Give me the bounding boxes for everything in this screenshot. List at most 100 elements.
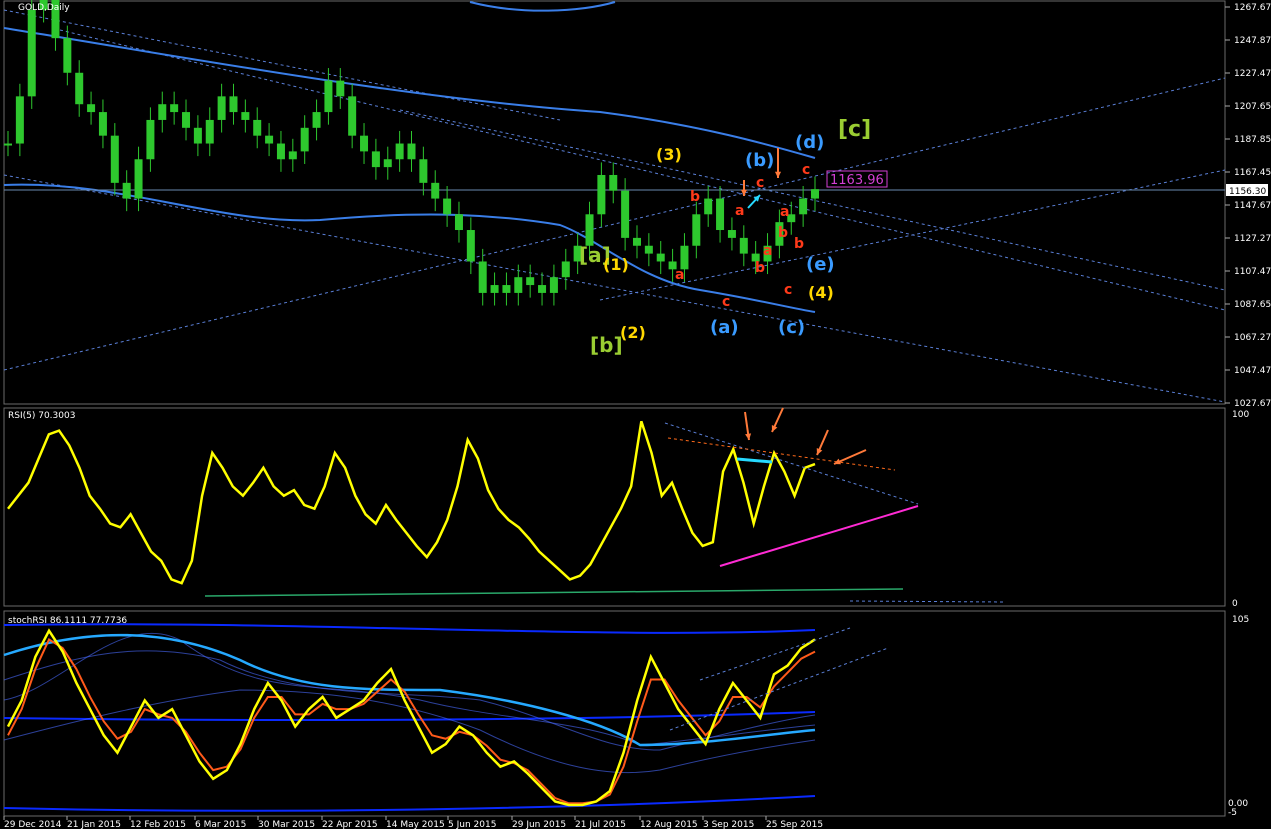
candle-body	[134, 159, 143, 199]
stoch-k-line	[6, 628, 816, 807]
candle-body	[739, 237, 748, 254]
x-tick-label: 29 Dec 2014	[4, 820, 62, 829]
wave-label: (4)	[808, 283, 834, 302]
candle-body	[597, 174, 606, 215]
candle-body	[514, 277, 523, 293]
price-tick-label: 1267.67	[1234, 3, 1271, 13]
candle-body	[538, 285, 547, 293]
channel-line-1	[3, 174, 1226, 403]
price-tick-label: 1027.67	[1234, 399, 1271, 409]
candle-body	[348, 96, 357, 136]
wave-label: c	[722, 294, 730, 310]
candle-body	[4, 143, 12, 146]
candle-body	[170, 104, 179, 113]
price-tick-label: 1167.45	[1234, 168, 1271, 178]
candle-body	[656, 253, 665, 262]
candle-body	[799, 198, 808, 215]
wave-label: b	[778, 225, 788, 241]
wave-label: (e)	[806, 254, 835, 275]
price-tick-label: 1107.47	[1234, 267, 1271, 277]
candle-body	[146, 119, 155, 160]
candle-body	[110, 135, 119, 183]
candle-body	[431, 182, 440, 199]
rsi-line	[7, 420, 816, 585]
rsi-panel	[7, 407, 1006, 603]
rsi-low-dashed	[849, 600, 1006, 603]
wave-label: a	[735, 203, 744, 219]
price-tick-label: 1067.27	[1234, 333, 1271, 343]
candle-body	[680, 245, 689, 270]
rsi-label: RSI(5) 70.3003	[8, 411, 75, 421]
candle-body	[443, 198, 452, 215]
candle-body	[324, 80, 333, 113]
candle-body	[727, 230, 736, 238]
rsi-panel-frame	[3, 407, 1226, 607]
candle-body	[383, 159, 392, 168]
candle-body	[395, 143, 404, 160]
candle-body	[490, 285, 499, 293]
rsi-support-line	[719, 505, 919, 567]
wave-label: a	[780, 204, 789, 220]
chart-area: GOLD,Daily RSI(5) 70.3003 stochRSI 86.11…	[3, 0, 1271, 829]
wave-label: (3)	[656, 145, 682, 164]
wave-label: (d)	[795, 132, 824, 153]
candle-body	[217, 96, 226, 120]
candle-body	[621, 190, 630, 238]
wave-label: [c]	[838, 117, 871, 142]
wave-label: (1)	[603, 255, 629, 274]
x-tick-label: 30 Mar 2015	[258, 820, 315, 829]
stoch-trend-1	[669, 647, 889, 731]
price-tick-label: 1087.65	[1234, 300, 1271, 310]
candle-body	[360, 135, 369, 152]
x-tick-label: 3 Sep 2015	[703, 820, 754, 829]
candle-body	[276, 143, 285, 160]
rsi-tick-label: 100	[1232, 410, 1249, 420]
ma-band-top	[469, 1, 616, 12]
candle-body	[716, 198, 725, 231]
stoch-band-1	[3, 795, 816, 812]
candle-body	[122, 182, 131, 199]
rsi-dashed-trend	[664, 422, 919, 505]
wave-label: c	[756, 175, 764, 191]
wave-label: [b]	[590, 333, 623, 357]
candle-body	[158, 104, 167, 120]
candle-body	[312, 112, 321, 128]
candle-body	[466, 230, 475, 262]
x-tick-label: 6 Mar 2015	[195, 820, 246, 829]
x-tick-label: 29 Jun 2015	[512, 820, 566, 829]
candle-body	[300, 127, 309, 152]
candle-body	[632, 237, 641, 246]
stoch-tick-label: -5	[1228, 808, 1237, 818]
x-tick-label: 22 Apr 2015	[322, 820, 378, 829]
wave-label: b	[690, 189, 700, 205]
candle-body	[241, 112, 250, 120]
channel-line-5	[3, 9, 561, 121]
wave-label: a	[763, 243, 772, 259]
x-tick-label: 12 Feb 2015	[130, 820, 186, 829]
candle-body	[407, 143, 416, 160]
candle-body	[644, 245, 653, 254]
wave-label: a	[675, 267, 684, 283]
wave-label: (c)	[778, 317, 805, 338]
candle-body	[549, 277, 558, 293]
channel-line-2	[59, 29, 1226, 311]
x-tick-label: 14 May 2015	[386, 820, 445, 829]
candle-body	[692, 214, 701, 246]
x-tick-label: 12 Aug 2015	[640, 820, 698, 829]
candle-body	[63, 38, 72, 73]
candle-body	[205, 119, 214, 144]
candle-body	[87, 104, 96, 113]
price-tick-label: 1247.87	[1234, 36, 1271, 46]
wave-label: (b)	[745, 150, 774, 171]
candle-body	[336, 80, 345, 97]
candle-body	[27, 9, 36, 97]
candle-body	[371, 151, 380, 168]
candle-body	[585, 214, 594, 246]
candle-body	[811, 189, 819, 199]
stoch-label: stochRSI 86.1111 77.7736	[8, 616, 127, 626]
stoch-panel	[3, 623, 889, 812]
price-callout-text: 1163.96	[830, 173, 884, 188]
rsi-tick-label: 0	[1232, 599, 1238, 609]
wave-label: (a)	[710, 317, 739, 338]
candle-body	[478, 261, 487, 293]
